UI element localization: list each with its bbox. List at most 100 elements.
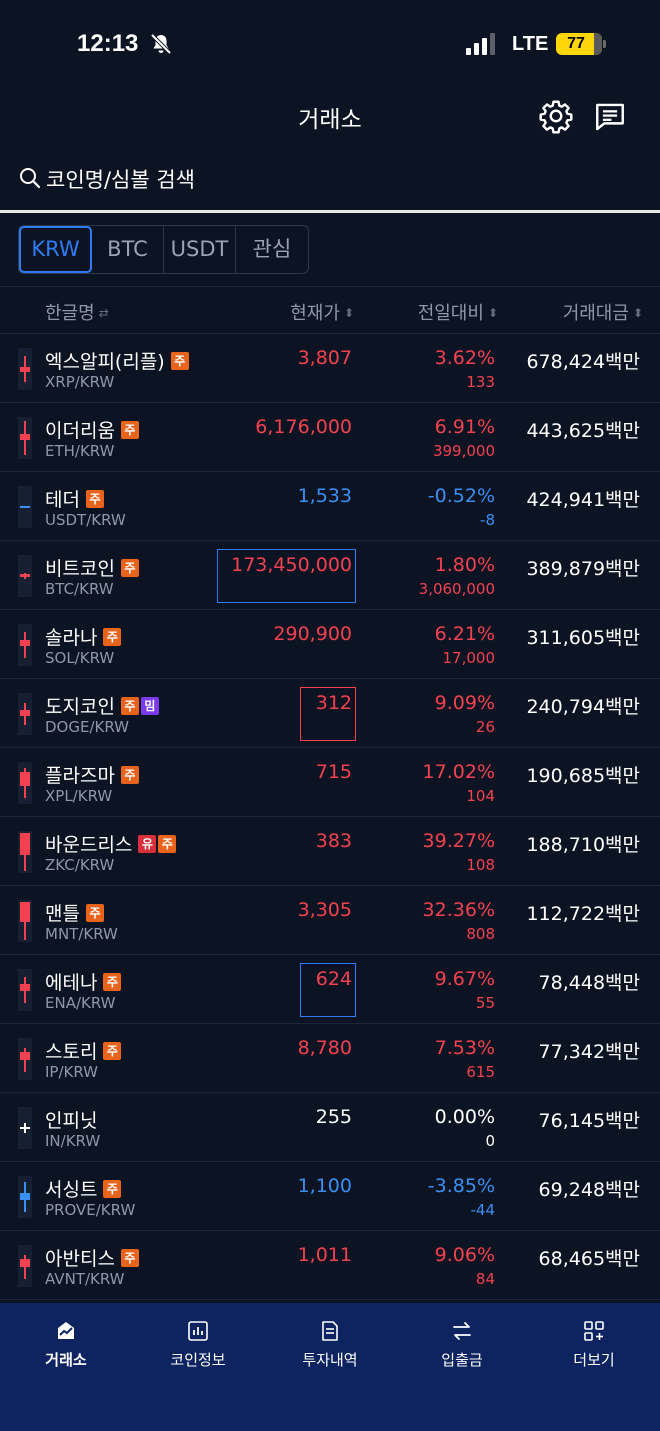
coin-name-cell: 인피닛 [45, 1106, 97, 1133]
mini-candle [18, 1038, 32, 1080]
change-amount: 104 [466, 787, 495, 805]
coin-name: 인피닛 [45, 1110, 98, 1132]
nav-deposit-withdraw[interactable]: 입출금 [396, 1303, 528, 1431]
change-amount: 0 [485, 1132, 495, 1150]
change-percent: 3.62% [434, 347, 495, 369]
candle-body [20, 1193, 30, 1200]
coin-row[interactable]: 서싱트 주 PROVE/KRW 1,100 -3.85% -44 69,248백만 [0, 1162, 660, 1231]
coin-row[interactable]: 비트코인 주 BTC/KRW 173,450,000 1.80% 3,060,000 389… [0, 541, 660, 610]
col-name-label: 한글명 [45, 303, 95, 324]
change-percent: 32.36% [422, 899, 495, 921]
mini-candle [18, 1107, 32, 1149]
coin-row[interactable]: 아반티스 주 AVNT/KRW 1,011 9.06% 84 68,465백만 [0, 1231, 660, 1300]
transfer-arrows-icon [453, 1322, 471, 1340]
tab-favorites[interactable]: 관심 [236, 226, 308, 273]
swap-icon: ⇄ [98, 306, 109, 320]
coin-symbol: USDT/KRW [45, 511, 126, 529]
coin-name: 엑스알피(리플) [45, 351, 165, 373]
coin-symbol: DOGE/KRW [45, 718, 129, 736]
trade-volume: 389,879백만 [526, 558, 640, 580]
coin-row[interactable]: 솔라나 주 SOL/KRW 290,900 6.21% 17,000 311,605백만 [0, 610, 660, 679]
coin-row[interactable]: 엑스알피(리플) 주 XRP/KRW 3,807 3.62% 133 678,424백만 [0, 334, 660, 403]
tab-krw[interactable]: KRW [19, 226, 92, 273]
change-percent: 39.27% [422, 830, 495, 852]
trade-volume: 188,710백만 [526, 834, 640, 856]
mini-candle [18, 693, 32, 735]
caution-badge: 주 [120, 559, 139, 577]
change-percent: 6.91% [434, 416, 495, 438]
caution-badge: 주 [103, 1042, 122, 1060]
nav-more[interactable]: 더보기 [528, 1303, 660, 1431]
change-amount: 615 [466, 1063, 495, 1081]
mini-candle [18, 762, 32, 804]
tab-btc[interactable]: BTC [92, 226, 164, 273]
coin-symbol: ENA/KRW [45, 994, 116, 1012]
coin-name: 바운드리스 [45, 834, 133, 856]
current-price: 3,305 [297, 899, 352, 921]
current-price: 255 [315, 1106, 352, 1128]
chat-icon[interactable] [592, 100, 628, 134]
signal-icon [466, 33, 495, 55]
nav-investments[interactable]: 투자내역 [264, 1303, 396, 1431]
coin-row[interactable]: 플라즈마 주 XPL/KRW 715 17.02% 104 190,685백만 [0, 748, 660, 817]
coin-name-cell: 바운드리스 유 주 [45, 830, 177, 857]
caution-badge: 주 [158, 835, 177, 853]
mini-candle [18, 969, 32, 1011]
coin-symbol: PROVE/KRW [45, 1201, 136, 1219]
change-amount: 26 [475, 718, 495, 736]
candle-body [20, 640, 30, 646]
coin-name-cell: 에테나 주 [45, 968, 122, 995]
col-change[interactable]: 전일대비 ⬍ [418, 299, 498, 325]
candle-body [20, 833, 30, 855]
column-headers: 한글명 ⇄ 현재가 ⬍ 전일대비 ⬍ 거래대금 ⬍ [0, 286, 660, 334]
gear-icon[interactable] [538, 98, 574, 134]
coin-row[interactable]: 인피닛 IN/KRW 255 0.00% 0 76,145백만 [0, 1093, 660, 1162]
coin-name: 맨틀 [45, 903, 80, 925]
coin-row[interactable]: 도지코인 주 밈 DOGE/KRW 312 9.09% 26 240,794백만 [0, 679, 660, 748]
coin-row[interactable]: 테더 주 USDT/KRW 1,533 -0.52% -8 424,941백만 [0, 472, 660, 541]
nav-exchange[interactable]: 거래소 [0, 1303, 132, 1431]
col-volume[interactable]: 거래대금 ⬍ [563, 299, 643, 325]
trade-volume: 68,465백만 [538, 1248, 640, 1270]
trade-volume: 76,145백만 [538, 1110, 640, 1132]
caution-badge: 주 [120, 766, 139, 784]
candle-body [20, 710, 30, 716]
coin-row[interactable]: 에테나 주 ENA/KRW 624 9.67% 55 78,448백만 [0, 955, 660, 1024]
search-input[interactable]: 코인명/심볼 검색 [46, 164, 195, 194]
coin-symbol: XRP/KRW [45, 373, 115, 391]
coin-row[interactable]: 이더리움 주 ETH/KRW 6,176,000 6.91% 399,000 443,625… [0, 403, 660, 472]
meme-badge: 밈 [140, 697, 159, 715]
coin-row[interactable]: 스토리 주 IP/KRW 8,780 7.53% 615 77,342백만 [0, 1024, 660, 1093]
trade-volume: 69,248백만 [538, 1179, 640, 1201]
coin-name: 서싱트 [45, 1179, 98, 1201]
coin-row[interactable]: 바운드리스 유 주 ZKC/KRW 383 39.27% 108 188,710백만 [0, 817, 660, 886]
coin-name: 이더리움 [45, 420, 115, 442]
coin-row[interactable]: 맨틀 주 MNT/KRW 3,305 32.36% 808 112,722백만 [0, 886, 660, 955]
change-percent: 1.80% [434, 554, 495, 576]
change-percent: 9.09% [434, 692, 495, 714]
sort-icon: ⬍ [487, 306, 498, 320]
col-name[interactable]: 한글명 ⇄ [45, 299, 109, 325]
status-time: 12:13 [77, 30, 139, 57]
coin-symbol: BTC/KRW [45, 580, 114, 598]
coin-list: 엑스알피(리플) 주 XRP/KRW 3,807 3.62% 133 678,424백만 이더… [0, 334, 660, 1300]
col-price[interactable]: 현재가 ⬍ [290, 299, 354, 325]
tab-usdt[interactable]: USDT [164, 226, 236, 273]
change-amount: -8 [480, 511, 495, 529]
coin-name-cell: 서싱트 주 [45, 1175, 122, 1202]
mini-candle [18, 486, 32, 528]
coin-name: 아반티스 [45, 1248, 115, 1270]
change-percent: 9.67% [434, 968, 495, 990]
search-bar[interactable]: 코인명/심볼 검색 [0, 158, 660, 210]
trade-volume: 190,685백만 [526, 765, 640, 787]
change-amount: 17,000 [442, 649, 496, 667]
caution-badge: 주 [103, 628, 122, 646]
change-amount: 399,000 [432, 442, 495, 460]
coin-symbol: ZKC/KRW [45, 856, 115, 874]
nav-coin-info[interactable]: 코인정보 [132, 1303, 264, 1431]
change-amount: 133 [466, 373, 495, 391]
nav-label: 투자내역 [302, 1351, 358, 1369]
change-percent: 7.53% [434, 1037, 495, 1059]
mini-candle [18, 624, 32, 666]
caution-badge: 주 [103, 973, 122, 991]
